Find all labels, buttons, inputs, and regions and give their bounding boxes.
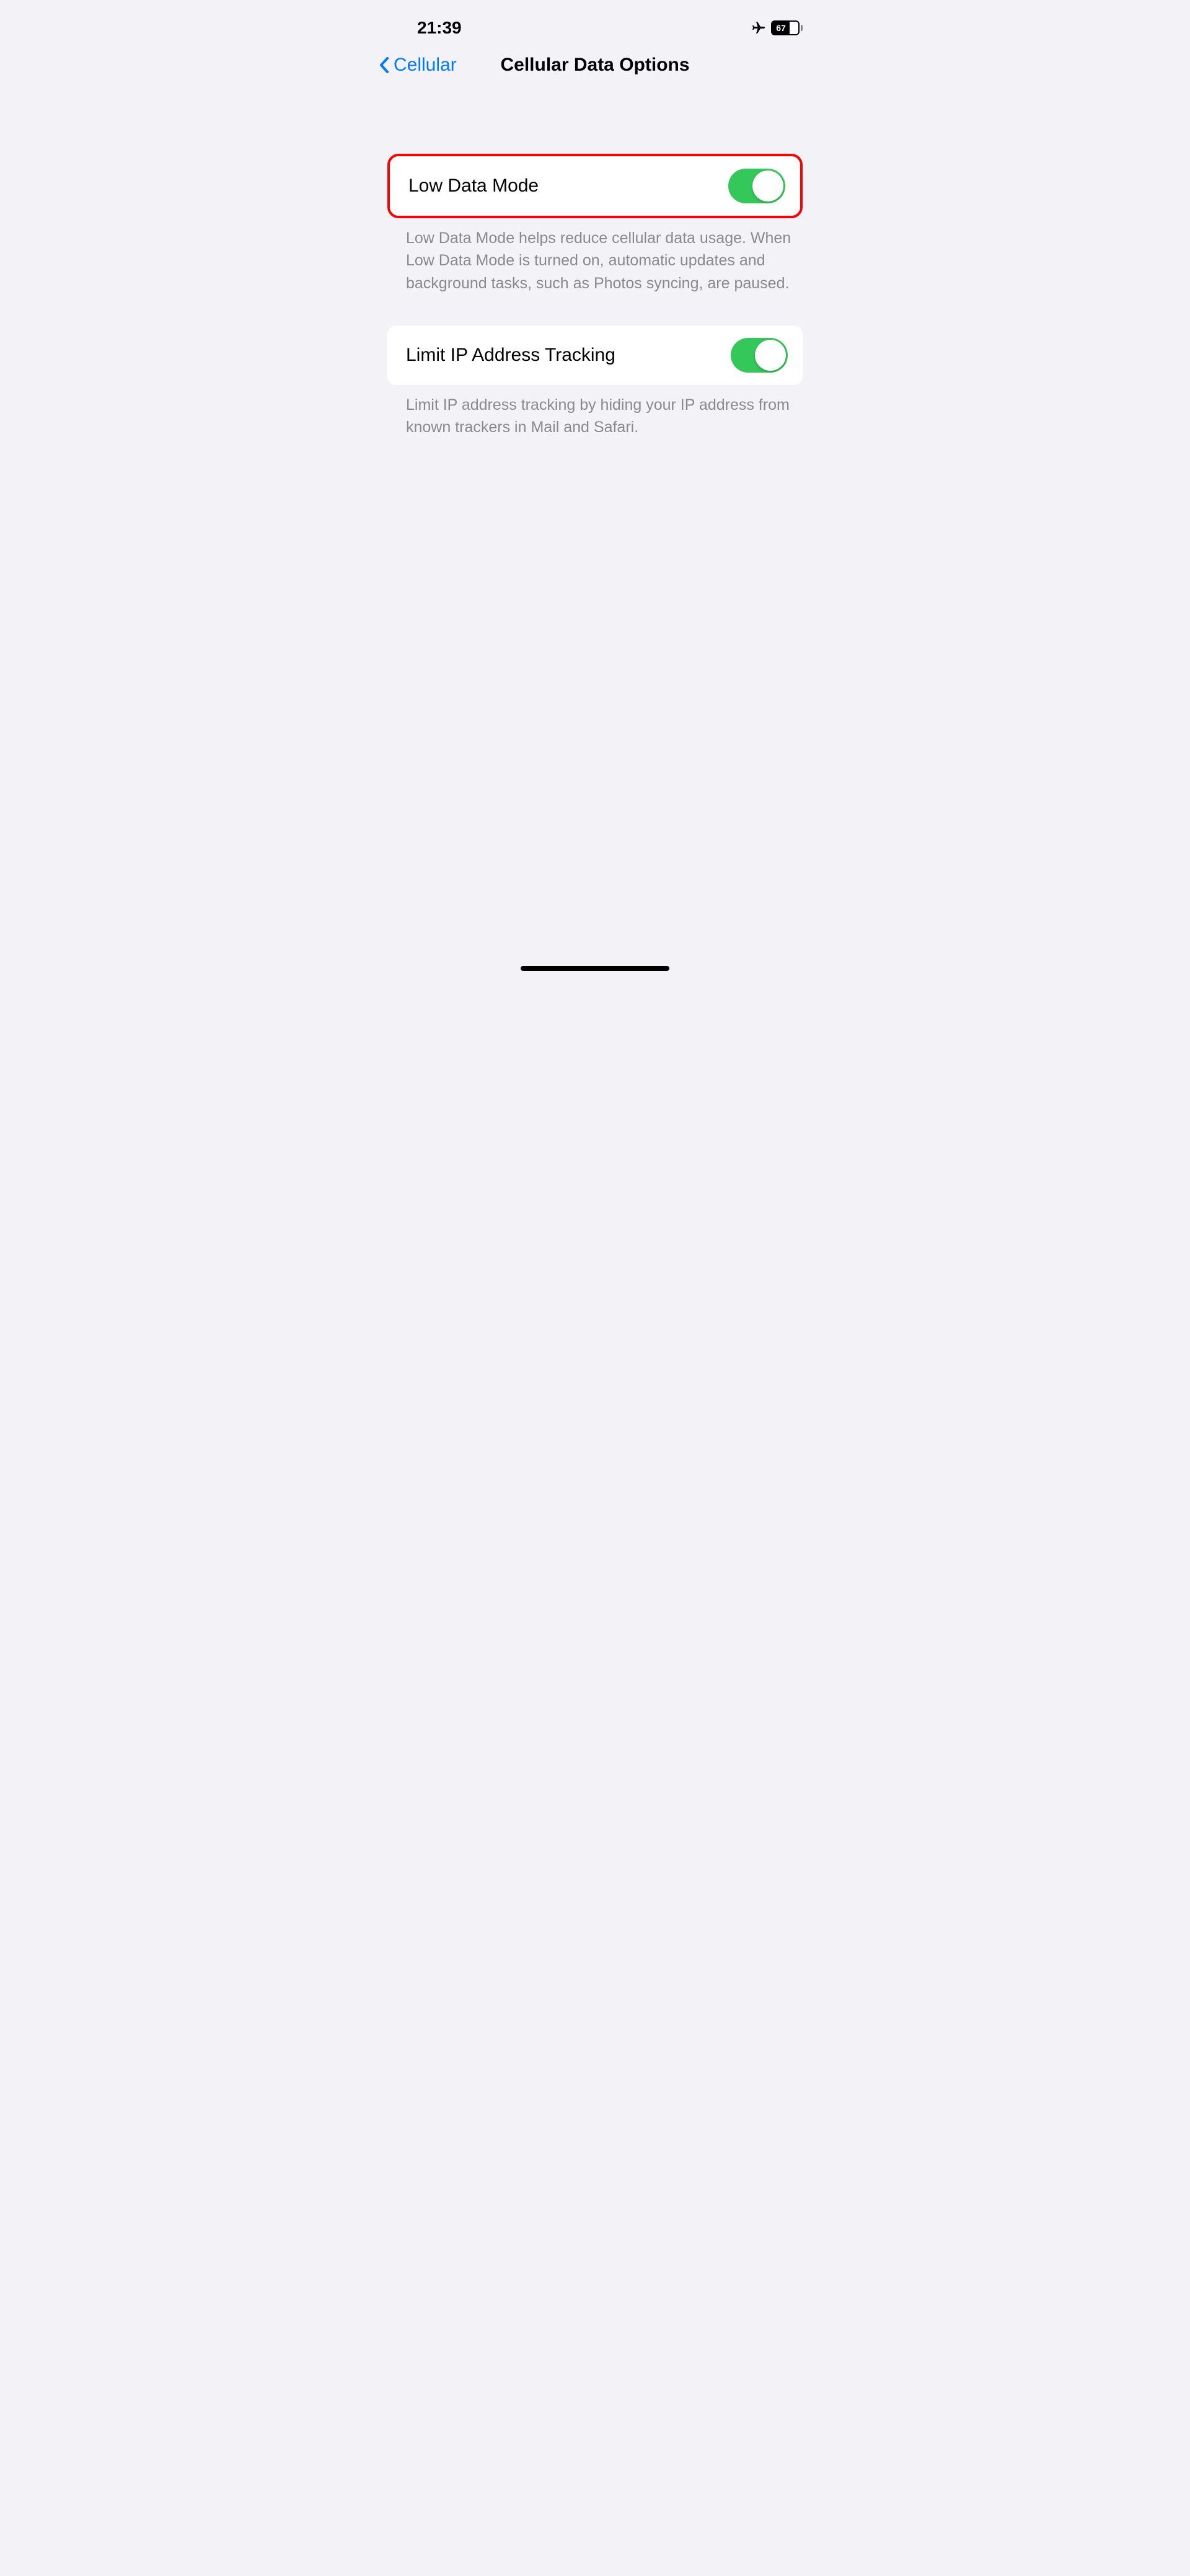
airplane-icon — [751, 20, 766, 35]
low-data-mode-group: Low Data Mode — [387, 154, 803, 218]
back-button[interactable]: Cellular — [379, 55, 457, 76]
low-data-mode-description: Low Data Mode helps reduce cellular data… — [369, 218, 821, 294]
page-title: Cellular Data Options — [500, 55, 689, 76]
nav-bar: Cellular Cellular Data Options — [369, 50, 821, 87]
limit-ip-tracking-label: Limit IP Address Tracking — [406, 345, 615, 366]
toggle-knob — [755, 340, 786, 371]
back-label: Cellular — [394, 55, 457, 76]
chevron-left-icon — [379, 56, 391, 74]
battery-level: 67 — [776, 24, 786, 32]
phone-screen: 21:39 67 Cellular Cellular Data Options — [369, 0, 821, 980]
limit-ip-tracking-toggle[interactable] — [731, 338, 788, 373]
toggle-knob — [752, 170, 783, 201]
status-right: 67 — [751, 20, 803, 35]
status-time: 21:39 — [417, 18, 462, 38]
limit-ip-tracking-description: Limit IP address tracking by hiding your… — [369, 385, 821, 439]
low-data-mode-toggle[interactable] — [728, 169, 785, 203]
home-indicator[interactable] — [521, 966, 669, 971]
status-bar: 21:39 67 — [369, 0, 821, 50]
content-area: Low Data Mode Low Data Mode helps reduce… — [369, 87, 821, 438]
limit-ip-tracking-row[interactable]: Limit IP Address Tracking — [387, 325, 803, 385]
low-data-mode-label: Low Data Mode — [408, 175, 539, 197]
battery-indicator: 67 — [771, 20, 803, 35]
limit-ip-tracking-group: Limit IP Address Tracking — [387, 325, 803, 385]
low-data-mode-row[interactable]: Low Data Mode — [387, 154, 803, 218]
